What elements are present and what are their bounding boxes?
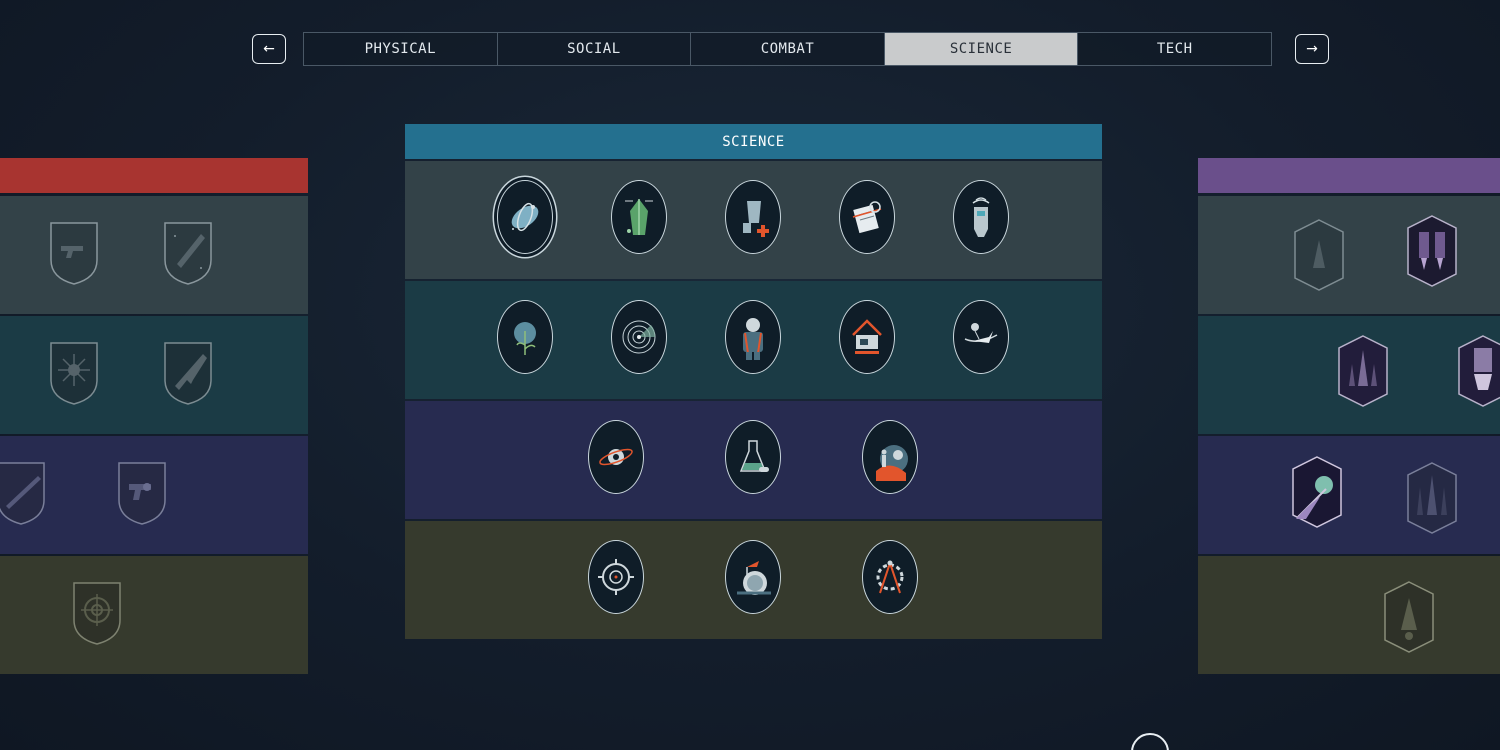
astrodynamics-icon[interactable] — [497, 180, 553, 254]
dueling-icon[interactable] — [49, 340, 99, 406]
chemistry-icon[interactable] — [725, 420, 781, 494]
zoology-icon[interactable] — [953, 300, 1009, 374]
science-panel-title: SCIENCE — [722, 133, 785, 150]
botany-icon[interactable] — [497, 300, 553, 374]
starship-engineering-icon[interactable] — [1290, 455, 1344, 529]
combat-row-2 — [0, 316, 308, 434]
tab-tech[interactable]: TECH — [1078, 33, 1271, 65]
tab-science[interactable]: SCIENCE — [884, 33, 1079, 65]
payloads-icon[interactable] — [1456, 334, 1500, 408]
spacesuit-design-icon[interactable] — [725, 300, 781, 374]
ballistics-icon[interactable] — [1292, 218, 1346, 292]
tech-row-4 — [1198, 556, 1500, 674]
research-methods-icon[interactable] — [839, 180, 895, 254]
cursor-ring — [1131, 733, 1169, 750]
tab-combat[interactable]: COMBAT — [691, 33, 885, 65]
arrow-left-icon: ← — [263, 41, 275, 57]
combat-row-4 — [0, 556, 308, 674]
planetary-survey-icon[interactable] — [611, 300, 667, 374]
boost-pack-icon[interactable] — [1405, 214, 1459, 288]
starship-design-icon[interactable] — [1405, 461, 1459, 535]
sniper-icon[interactable] — [0, 460, 46, 526]
next-category-button[interactable]: → — [1295, 34, 1329, 64]
tech-panel-header — [1198, 158, 1500, 193]
shield-systems-icon[interactable] — [1382, 580, 1436, 654]
geology-icon[interactable] — [611, 180, 667, 254]
science-panel-header: SCIENCE — [405, 124, 1102, 159]
arrow-right-icon: → — [1306, 41, 1318, 57]
sensors-icon[interactable] — [588, 540, 644, 614]
medicine-icon[interactable] — [725, 180, 781, 254]
shotgun-icon[interactable] — [163, 220, 213, 286]
heavy-weapons-icon[interactable] — [117, 460, 167, 526]
pistol-icon[interactable] — [49, 220, 99, 286]
astrophysics-icon[interactable] — [588, 420, 644, 494]
special-projects-icon[interactable] — [862, 540, 918, 614]
outpost-engineering-icon[interactable] — [839, 300, 895, 374]
previous-category-button[interactable]: ← — [252, 34, 286, 64]
planetary-habitation-icon[interactable] — [725, 540, 781, 614]
combat-panel-header — [0, 158, 308, 193]
targeting-icon[interactable] — [72, 580, 122, 646]
tab-physical[interactable]: PHYSICAL — [304, 33, 498, 65]
combat-row-1 — [0, 196, 308, 314]
scanning-icon[interactable] — [953, 180, 1009, 254]
aneutronic-fusion-icon[interactable] — [862, 420, 918, 494]
tab-social[interactable]: SOCIAL — [497, 33, 692, 65]
rifle-icon[interactable] — [163, 340, 213, 406]
piloting-icon[interactable] — [1336, 334, 1390, 408]
category-tabs: PHYSICAL SOCIAL COMBAT SCIENCE TECH — [303, 32, 1272, 66]
